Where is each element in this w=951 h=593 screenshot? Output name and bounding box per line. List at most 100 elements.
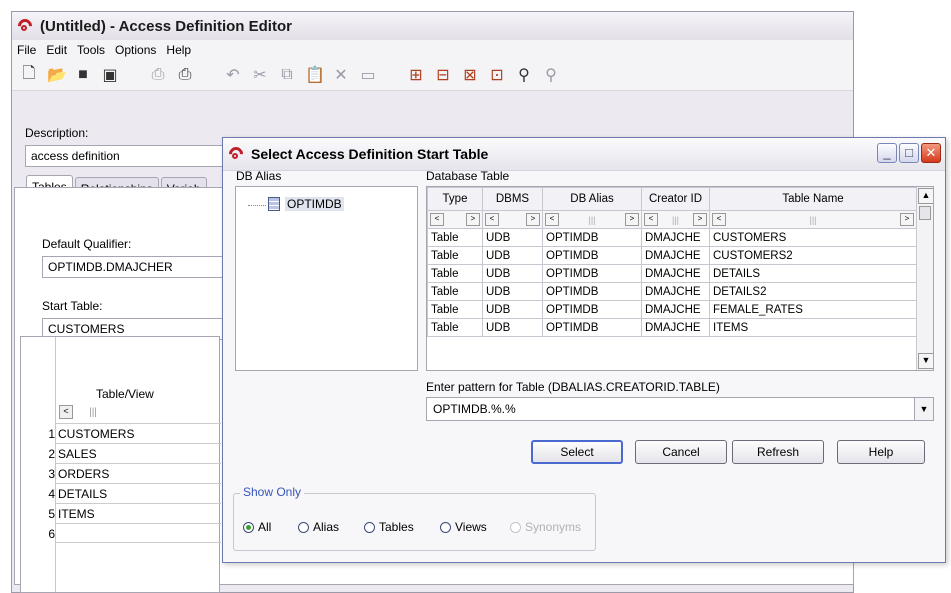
table-cell: UDB	[482, 282, 543, 301]
find-icon[interactable]: ⚲	[515, 65, 533, 85]
browse-icon[interactable]: ⊠	[461, 65, 479, 85]
db-alias-tree: OPTIMDB	[235, 186, 418, 371]
pattern-value: OPTIMDB.%.%	[433, 402, 516, 416]
edit-table-icon[interactable]: ⊡	[488, 65, 506, 85]
table-cell: ITEMS	[709, 318, 917, 337]
table-row[interactable]: ORDERS	[56, 463, 221, 483]
table-vscrollbar[interactable]: ▲ ▼	[916, 187, 933, 370]
scroll-up-icon[interactable]: ▲	[918, 188, 933, 204]
radio-alias[interactable]: Alias	[298, 520, 339, 534]
table-cell: UDB	[482, 246, 543, 265]
copy-icon[interactable]: ⧉	[278, 66, 296, 84]
col-scrollbar[interactable]: < ||| >	[544, 212, 641, 227]
col-dbms[interactable]: DBMS	[482, 187, 543, 211]
table-cell: CUSTOMERS	[709, 228, 917, 247]
table-view-grid: Table/View < ||| 1 CUSTOMERS 2 SALES 3 O…	[20, 336, 221, 593]
chevron-down-icon[interactable]: ▼	[914, 398, 933, 420]
paste-icon[interactable]: 📋	[305, 65, 325, 85]
close-icon[interactable]: ✕	[921, 143, 941, 163]
table-cell: Table	[427, 282, 483, 301]
menu-bar: File Edit Tools Options Help	[12, 40, 853, 60]
col-type[interactable]: Type	[427, 187, 483, 211]
grid-hscrollbar[interactable]: < |||	[59, 405, 113, 419]
table-cell: CUSTOMERS2	[709, 246, 917, 265]
table-cell: OPTIMDB	[542, 318, 642, 337]
table-cell: OPTIMDB	[542, 228, 642, 247]
refresh-button[interactable]: Refresh	[732, 440, 824, 464]
radio-all[interactable]: All	[243, 520, 271, 534]
table-cell: OPTIMDB	[542, 300, 642, 319]
table-header-row: Type DBMS DB Alias Creator ID Table Name	[427, 187, 917, 211]
tree-node-optimdb[interactable]: OPTIMDB	[248, 197, 344, 211]
col-scrollbar[interactable]: < ||| >	[643, 212, 709, 227]
col-table-name[interactable]: Table Name	[709, 187, 917, 211]
select-button[interactable]: Select	[531, 440, 623, 464]
scroll-left-icon[interactable]: <	[59, 405, 73, 419]
default-qualifier-input[interactable]: OPTIMDB.DMAJCHER	[42, 256, 232, 278]
relationships-icon[interactable]: ⊞	[407, 65, 425, 85]
radio-label: Tables	[379, 520, 414, 534]
col-scrollbar[interactable]: < ||| >	[711, 212, 916, 227]
select-all-icon[interactable]: ▭	[359, 65, 377, 85]
cut-icon[interactable]: ✂	[251, 65, 269, 85]
find-next-icon[interactable]: ⚲	[542, 65, 560, 85]
col-scrollbar[interactable]: < >	[429, 212, 482, 227]
save-icon[interactable]: ■	[74, 66, 92, 84]
table-row[interactable]: Table UDB OPTIMDB DMAJCHE DETAILS2	[427, 282, 917, 301]
table-row[interactable]: Table UDB OPTIMDB DMAJCHE CUSTOMERS	[427, 228, 917, 247]
table-row[interactable]: SALES	[56, 443, 221, 463]
tables-icon[interactable]: ⊟	[434, 65, 452, 85]
show-only-legend: Show Only	[240, 485, 305, 499]
table-row[interactable]: ITEMS	[56, 503, 221, 523]
undo-icon[interactable]: ↶	[224, 65, 242, 85]
col-scrollbar[interactable]: < >	[484, 212, 542, 227]
radio-circle	[364, 521, 375, 533]
delete-icon[interactable]: ✕	[332, 65, 350, 85]
table-row[interactable]: Table UDB OPTIMDB DMAJCHE ITEMS	[427, 318, 917, 337]
open-folder-icon[interactable]: 📂	[47, 65, 67, 85]
radio-circle	[440, 521, 451, 533]
menu-tools[interactable]: Tools	[72, 43, 110, 57]
col-db-alias[interactable]: DB Alias	[542, 187, 642, 211]
table-row[interactable]: DETAILS	[56, 483, 221, 503]
print-preview-icon[interactable]: ⎙	[149, 66, 167, 84]
col-creator-id[interactable]: Creator ID	[641, 187, 710, 211]
table-cell: DMAJCHE	[641, 264, 710, 283]
maximize-icon[interactable]: □	[899, 143, 919, 163]
column-scrollbars: < > < > < ||| > < ||| > < ||| >	[427, 210, 917, 229]
database-table: Type DBMS DB Alias Creator ID Table Name…	[427, 187, 917, 337]
minimize-icon[interactable]: _	[877, 143, 897, 163]
new-icon[interactable]: 🗋	[20, 62, 38, 89]
menu-file[interactable]: File	[12, 43, 41, 57]
table-cell: Table	[427, 264, 483, 283]
menu-help[interactable]: Help	[161, 43, 196, 57]
start-table-label: Start Table:	[42, 299, 103, 313]
menu-edit[interactable]: Edit	[41, 43, 72, 57]
pattern-combobox[interactable]: OPTIMDB.%.% ▼	[426, 397, 934, 421]
table-view-header: Table/View	[96, 387, 154, 401]
table-row[interactable]	[56, 523, 221, 543]
table-cell: DMAJCHE	[641, 300, 710, 319]
help-button[interactable]: Help	[837, 440, 925, 464]
print-icon[interactable]: ⎙	[176, 66, 194, 84]
save-as-icon[interactable]: ▣	[101, 65, 119, 85]
table-cell: UDB	[482, 318, 543, 337]
app-logo-icon	[15, 16, 35, 36]
menu-options[interactable]: Options	[110, 43, 161, 57]
row-number: 3	[48, 467, 55, 481]
scroll-down-icon[interactable]: ▼	[918, 353, 933, 369]
table-cell: DETAILS2	[709, 282, 917, 301]
table-row[interactable]: Table UDB OPTIMDB DMAJCHE CUSTOMERS2	[427, 246, 917, 265]
cancel-button[interactable]: Cancel	[635, 440, 727, 464]
default-qualifier-label: Default Qualifier:	[42, 237, 132, 251]
scroll-thumb[interactable]	[919, 206, 931, 220]
select-start-table-dialog: Select Access Definition Start Table _ □…	[222, 137, 946, 563]
dialog-title-bar: Select Access Definition Start Table	[223, 138, 945, 171]
radio-views[interactable]: Views	[440, 520, 487, 534]
radio-tables[interactable]: Tables	[364, 520, 414, 534]
radio-circle	[243, 521, 254, 533]
table-cell: DMAJCHE	[641, 318, 710, 337]
table-row[interactable]: Table UDB OPTIMDB DMAJCHE FEMALE_RATES	[427, 300, 917, 319]
table-row[interactable]: CUSTOMERS	[56, 423, 221, 443]
table-row[interactable]: Table UDB OPTIMDB DMAJCHE DETAILS	[427, 264, 917, 283]
